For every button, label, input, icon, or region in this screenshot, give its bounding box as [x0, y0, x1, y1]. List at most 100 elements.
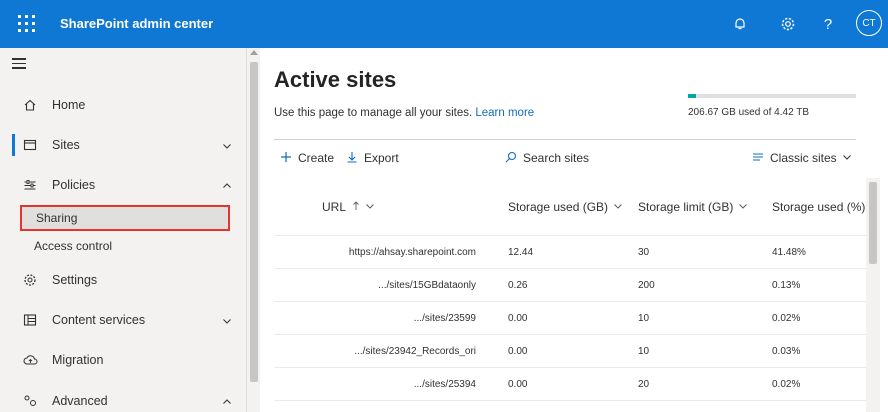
cell-storage-pct: 0.03% — [772, 346, 801, 357]
nav-subitem-label: Access control — [34, 239, 113, 253]
export-label: Export — [364, 151, 399, 165]
waffle-icon[interactable] — [16, 13, 38, 35]
column-header-url[interactable]: URL — [322, 178, 375, 236]
cloud-icon — [22, 352, 38, 368]
gear-icon[interactable] — [776, 12, 800, 36]
chevron-down-icon — [365, 200, 375, 214]
storage-usage-bar — [688, 94, 856, 98]
chevron-up-icon — [222, 396, 232, 406]
chevron-down-icon — [222, 140, 232, 150]
download-icon — [346, 150, 358, 166]
hamburger-icon[interactable] — [12, 58, 26, 72]
table-scrollbar[interactable] — [866, 178, 880, 412]
view-selector[interactable]: Classic sites — [752, 150, 852, 166]
column-header-storage-limit-gb[interactable]: Storage limit (GB) — [638, 178, 748, 236]
nav-item-advanced[interactable]: Advanced — [0, 383, 246, 412]
storage-usage-fill — [688, 94, 696, 98]
cell-url[interactable]: .../sites/23942_Records_ori — [274, 335, 486, 368]
nav-item-label: Content services — [52, 313, 146, 327]
table-row[interactable]: .../sites/23599 0.00 10 0.02% — [274, 302, 866, 335]
export-button[interactable]: Export — [346, 150, 399, 166]
cell-storage-used: 12.44 — [508, 247, 534, 258]
filter-lines-icon — [752, 150, 764, 166]
nav-subitem-sharing[interactable]: Sharing — [20, 205, 230, 231]
nav-item-migration[interactable]: Migration — [0, 342, 246, 378]
nav-scrollbar[interactable] — [246, 48, 260, 412]
chevron-down-icon — [222, 315, 232, 325]
nav-item-label: Settings — [52, 273, 98, 287]
cell-storage-used: 0.00 — [508, 313, 528, 324]
bell-icon[interactable] — [728, 12, 752, 36]
chevron-down-icon — [613, 200, 623, 214]
cell-storage-limit: 20 — [638, 379, 650, 390]
nav-subitem-label: Sharing — [36, 211, 78, 225]
nav-item-content-services[interactable]: Content services — [0, 302, 246, 338]
search-placeholder: Search sites — [523, 151, 590, 165]
help-icon[interactable]: ? — [816, 12, 840, 36]
cell-storage-limit: 30 — [638, 247, 650, 258]
cell-url[interactable]: .../sites/25394 — [274, 368, 486, 401]
top-bar: SharePoint admin center ? CT — [0, 0, 888, 48]
page-title: Active sites — [274, 67, 397, 92]
nav-item-settings[interactable]: Settings — [0, 262, 246, 298]
table-row[interactable]: .../sites/15GBdataonly 0.26 200 0.13% — [274, 269, 866, 302]
chevron-up-icon — [222, 180, 232, 190]
nav-item-label: Sites — [52, 138, 80, 152]
cell-storage-used: 0.26 — [508, 280, 528, 291]
column-header-label: Storage limit (GB) — [638, 200, 734, 214]
sites-icon — [22, 137, 38, 153]
description-text: Use this page to manage all your sites. — [274, 107, 473, 119]
chevron-down-icon — [738, 200, 748, 214]
cell-storage-used: 0.00 — [508, 346, 528, 357]
nav-item-label: Home — [52, 98, 86, 112]
nav-item-label: Migration — [52, 353, 104, 367]
nav-item-policies[interactable]: Policies — [0, 167, 246, 203]
policies-icon — [22, 177, 38, 193]
table-row[interactable]: .../sites/25394 0.00 20 0.02% — [274, 368, 866, 401]
nav-item-home[interactable]: Home — [0, 87, 246, 123]
sort-ascending-icon — [352, 200, 360, 214]
gear-icon — [22, 272, 38, 288]
app-title[interactable]: SharePoint admin center — [60, 0, 213, 48]
storage-usage-text: 206.67 GB used of 4.42 TB — [688, 107, 810, 118]
table-row[interactable]: .../sites/23942_Records_ori 0.00 10 0.03… — [274, 335, 866, 368]
cell-storage-used: 0.00 — [508, 379, 528, 390]
scroll-up-arrow-icon[interactable] — [250, 50, 258, 55]
search-sites-box[interactable]: Search sites — [505, 150, 589, 166]
table-header-row: URL Storage used (GB) Storage limit (GB)… — [274, 178, 866, 236]
cell-storage-pct: 0.13% — [772, 280, 801, 291]
page-description: Use this page to manage all your sites. … — [274, 107, 534, 119]
nav-subitem-access-control[interactable]: Access control — [20, 233, 230, 259]
search-icon — [505, 150, 517, 166]
create-button[interactable]: Create — [280, 150, 334, 166]
content-services-icon — [22, 312, 38, 328]
avatar[interactable]: CT — [856, 10, 882, 36]
advanced-icon — [22, 393, 38, 409]
cell-storage-pct: 41.48% — [772, 247, 806, 258]
table-scrollbar-thumb[interactable] — [869, 182, 877, 264]
chevron-down-icon — [842, 151, 852, 165]
cell-storage-limit: 10 — [638, 313, 650, 324]
column-header-storage-used-gb[interactable]: Storage used (GB) — [508, 178, 623, 236]
plus-icon — [280, 150, 292, 166]
nav-item-sites[interactable]: Sites — [0, 127, 246, 163]
create-label: Create — [298, 151, 335, 165]
nav-scrollbar-thumb[interactable] — [250, 62, 258, 382]
column-header-label: URL — [322, 200, 347, 214]
cell-url[interactable]: https://ahsay.sharepoint.com — [274, 236, 486, 269]
cell-storage-pct: 0.02% — [772, 313, 801, 324]
cell-storage-limit: 200 — [638, 280, 655, 291]
table-row[interactable]: https://ahsay.sharepoint.com 12.44 30 41… — [274, 236, 866, 269]
learn-more-link[interactable]: Learn more — [475, 107, 534, 119]
view-selector-label: Classic sites — [770, 151, 837, 165]
cell-url[interactable]: .../sites/15GBdataonly — [274, 269, 486, 302]
column-header-label: Storage used (GB) — [508, 200, 609, 214]
cell-storage-pct: 0.02% — [772, 379, 801, 390]
cell-url[interactable]: .../sites/23599 — [274, 302, 486, 335]
nav-item-label: Policies — [52, 178, 96, 192]
column-header-label: Storage used (%) — [772, 200, 866, 214]
nav-item-label: Advanced — [52, 394, 108, 408]
header-divider — [274, 139, 856, 140]
cell-storage-limit: 10 — [638, 346, 650, 357]
column-header-storage-used-pct[interactable]: Storage used (%) — [772, 178, 865, 236]
